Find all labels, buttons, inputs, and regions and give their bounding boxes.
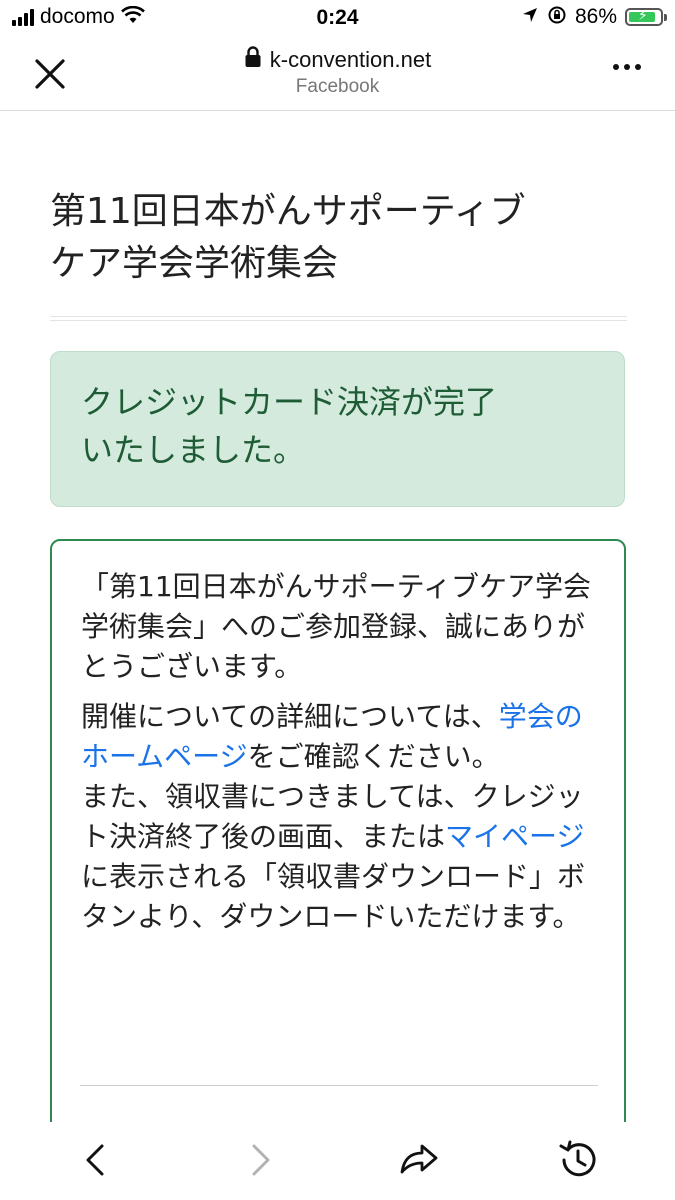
url-subtitle: Facebook — [295, 76, 380, 97]
page-title-line: ケア学会学術集会 — [50, 243, 339, 284]
details-text: 開催についての詳細については、 — [81, 700, 499, 733]
status-right: 86% ⚡ — [521, 5, 667, 29]
orientation-lock-icon — [547, 5, 567, 29]
alert-line: いたしました。 — [81, 431, 306, 469]
divider — [50, 316, 627, 321]
card-divider — [80, 1085, 598, 1086]
details-text-after: をご確認ください。 — [247, 740, 500, 773]
url-text: k-convention.net — [269, 47, 432, 72]
lock-icon — [244, 46, 262, 74]
browser-toolbar — [0, 1122, 675, 1200]
page-content: 第11回日本がんサポーティブ ケア学会学術集会 クレジットカード決済が完了 いた… — [0, 112, 675, 1122]
receipt-paragraph: また、領収書につきましては、クレジット決済終了後の画面、またはマイページに表示さ… — [81, 777, 595, 937]
share-icon[interactable] — [396, 1138, 440, 1182]
page-title: 第11回日本がんサポーティブ ケア学会学術集会 — [50, 186, 630, 290]
history-icon[interactable] — [556, 1138, 600, 1182]
battery-icon: ⚡ — [625, 8, 667, 26]
thanks-text: 「第11回日本がんサポーティブケア学会学術集会」へのご参加登録、誠にありがとうご… — [81, 570, 591, 683]
forward-icon[interactable] — [238, 1138, 282, 1182]
battery-percent: 86% — [574, 5, 617, 28]
location-icon — [521, 6, 539, 28]
receipt-text-after: に表示される「領収書ダウンロード」ボタンより、ダウンロードいただけます。 — [81, 860, 586, 933]
more-icon[interactable] — [613, 64, 641, 70]
address-area[interactable]: k-convention.net Facebook — [0, 46, 675, 98]
back-icon[interactable] — [74, 1138, 118, 1182]
success-alert: クレジットカード決済が完了 いたしました。 — [50, 351, 625, 507]
status-bar: docomo 0:24 86% ⚡ — [0, 0, 675, 38]
mypage-link[interactable]: マイページ — [445, 820, 584, 853]
details-paragraph: 開催についての詳細については、学会のホームページをご確認ください。 — [81, 697, 595, 777]
alert-line: クレジットカード決済が完了 — [81, 383, 498, 421]
browser-header: k-convention.net Facebook — [0, 38, 675, 111]
page-title-line: 第11回日本がんサポーティブ — [50, 191, 526, 232]
url-row[interactable]: k-convention.net — [244, 46, 431, 74]
info-card: 「第11回日本がんサポーティブケア学会学術集会」へのご参加登録、誠にありがとうご… — [50, 539, 626, 1122]
